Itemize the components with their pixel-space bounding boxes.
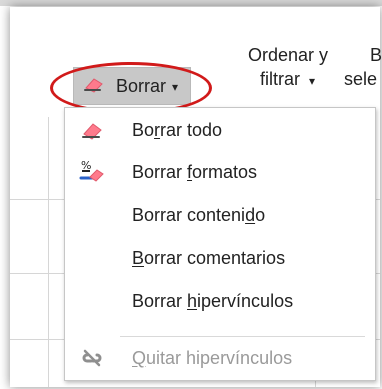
label-accelerator: B (132, 247, 145, 268)
menu-item-label: Borrar contenido (132, 205, 265, 226)
menu-item-label: Borrar hipervínculos (132, 291, 293, 312)
label-part: Borrar conteni (132, 204, 246, 225)
ordenar-line-2[interactable]: filtrar ▾ (260, 69, 315, 91)
label-part: Borrar (132, 161, 188, 182)
app-frame: Ordenar y filtrar ▾ B sele Borrar ▾ Borr… (10, 7, 382, 387)
screenshot-stage: Ordenar y filtrar ▾ B sele Borrar ▾ Borr… (0, 0, 382, 389)
remove-hyperlink-icon (79, 345, 105, 371)
borrar-dropdown-button[interactable]: Borrar ▾ (73, 67, 191, 105)
grid-line (48, 117, 49, 387)
label-part: ipervínculos (197, 290, 294, 311)
menu-item-label: Quitar hipervínculos (132, 348, 292, 369)
label-part: o (255, 204, 266, 225)
borrar-menu: Borrar todo % Borrar formatos Borrar con… (64, 107, 376, 381)
menu-item-borrar-todo[interactable]: Borrar todo (65, 109, 375, 151)
menu-item-label: Borrar todo (132, 120, 222, 141)
menu-item-borrar-contenido[interactable]: Borrar contenido (65, 194, 375, 236)
menu-item-label: Borrar comentarios (132, 248, 285, 269)
label-part: orrar comentarios (144, 247, 286, 268)
eraser-icon (82, 75, 106, 98)
label-part: rar todo (160, 119, 223, 140)
menu-item-borrar-hipervinculos[interactable]: Borrar hipervínculos (65, 280, 375, 322)
label-part: uitar hipervínculos (146, 347, 293, 368)
menu-item-quitar-hipervinculos: Quitar hipervínculos (65, 337, 375, 379)
ribbon: Ordenar y filtrar ▾ B sele Borrar ▾ (10, 7, 382, 117)
label-accelerator: h (187, 290, 198, 311)
label-part: Bo (132, 119, 155, 140)
label-part: ormatos (192, 161, 258, 182)
label-part: Borrar (132, 290, 188, 311)
ordenar-line-1: Ordenar y (248, 45, 329, 65)
borrar-label: Borrar (116, 75, 167, 96)
menu-item-borrar-comentarios[interactable]: Borrar comentarios (65, 237, 375, 279)
menu-item-borrar-formatos[interactable]: % Borrar formatos (65, 151, 375, 193)
label-accelerator: d (245, 204, 256, 225)
label-accelerator: Q (132, 347, 147, 368)
partial-right-bottom: sele (344, 69, 378, 89)
partial-right-top: B (370, 45, 382, 65)
chevron-down-icon: ▾ (172, 80, 179, 94)
clear-formats-icon: % (79, 159, 105, 185)
menu-item-label: Borrar formatos (132, 162, 257, 183)
chevron-down-icon: ▾ (309, 74, 316, 88)
ordenar-label: filtrar (260, 69, 300, 89)
eraser-icon (79, 117, 105, 143)
